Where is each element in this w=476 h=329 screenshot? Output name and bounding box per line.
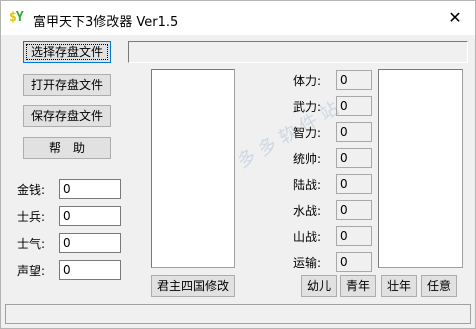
open-save-file-button[interactable]: 打开存盘文件 xyxy=(23,74,111,96)
general-stat-label: 武力: xyxy=(293,100,322,114)
watermark: 多 多 软 件 站 xyxy=(234,97,343,173)
player-stat-label: 士兵: xyxy=(17,210,46,224)
app-icon: $Y xyxy=(9,10,24,25)
title-bar[interactable]: $Y 富甲天下3修改器 Ver1.5 ✕ xyxy=(1,1,475,35)
save-path-display xyxy=(128,41,468,63)
general-stat-label: 体力: xyxy=(293,74,322,88)
player-stat-input[interactable]: 0 xyxy=(59,233,121,253)
close-icon[interactable]: ✕ xyxy=(435,1,475,35)
select-save-file-button[interactable]: 选择存盘文件 xyxy=(23,41,111,63)
general-stat-input[interactable]: 0 xyxy=(336,226,372,246)
child-age-button[interactable]: 幼儿 xyxy=(301,275,337,297)
player-stat-input[interactable]: 0 xyxy=(59,179,121,199)
general-stat-label: 智力: xyxy=(293,126,322,140)
prime-age-button[interactable]: 壮年 xyxy=(381,275,417,297)
general-stat-label: 统帅: xyxy=(293,152,322,166)
lord-edit-button[interactable]: 君主四国修改 xyxy=(151,275,235,297)
player-stat-input[interactable]: 0 xyxy=(59,260,121,280)
youth-age-button[interactable]: 青年 xyxy=(340,275,376,297)
general-stat-label: 运输: xyxy=(293,256,322,270)
help-button[interactable]: 帮 助 xyxy=(23,137,111,159)
window-title: 富甲天下3修改器 Ver1.5 xyxy=(33,15,179,30)
general-stat-input[interactable]: 0 xyxy=(336,148,372,168)
general-stat-label: 山战: xyxy=(293,230,322,244)
general-list[interactable] xyxy=(378,69,463,268)
status-bar xyxy=(5,304,471,324)
general-stat-input[interactable]: 0 xyxy=(336,200,372,220)
general-stat-input[interactable]: 0 xyxy=(336,96,372,116)
general-stat-input[interactable]: 0 xyxy=(336,70,372,90)
player-stat-label: 士气: xyxy=(17,237,46,251)
player-stat-label: 金钱: xyxy=(17,183,46,197)
general-stat-input[interactable]: 0 xyxy=(336,252,372,272)
player-stat-input[interactable]: 0 xyxy=(59,206,121,226)
general-stat-input[interactable]: 0 xyxy=(336,122,372,142)
any-age-button[interactable]: 任意 xyxy=(421,275,457,297)
player-stat-label: 声望: xyxy=(17,264,46,278)
general-stat-input[interactable]: 0 xyxy=(336,174,372,194)
write-save-file-button[interactable]: 保存存盘文件 xyxy=(23,105,111,127)
lord-list[interactable] xyxy=(151,69,235,268)
main-window: $Y 富甲天下3修改器 Ver1.5 ✕ 选择存盘文件 打开存盘文件 保存存盘文… xyxy=(0,0,476,329)
general-stat-label: 陆战: xyxy=(293,178,322,192)
general-stat-label: 水战: xyxy=(293,204,322,218)
